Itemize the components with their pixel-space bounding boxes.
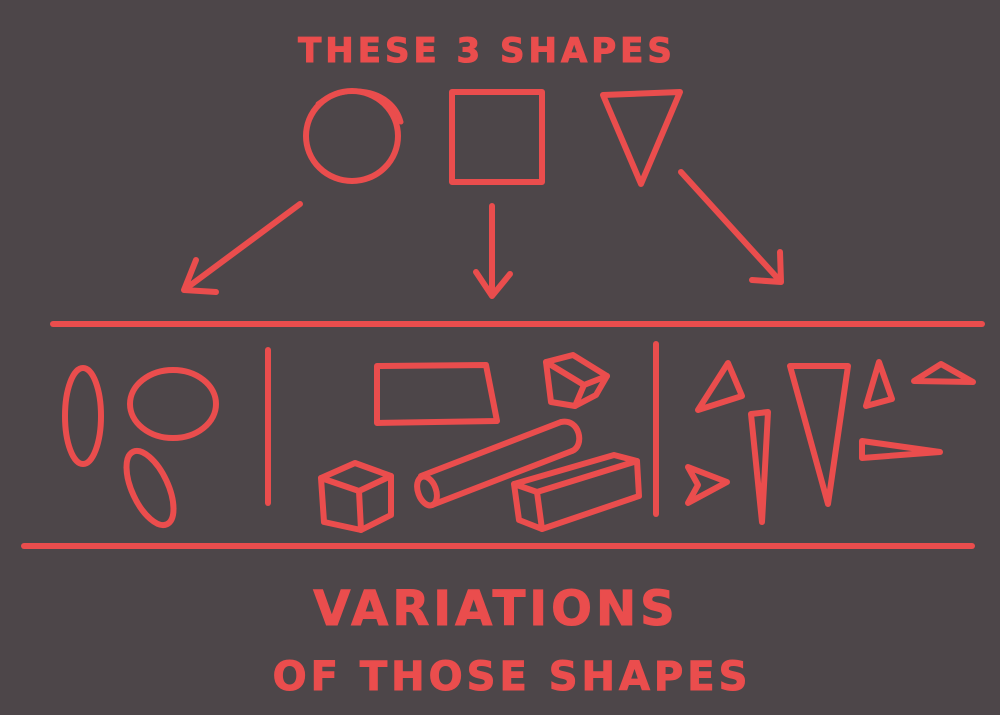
arrows (181, 169, 784, 299)
square-variations (318, 352, 642, 533)
small-cube (543, 352, 610, 409)
tiny-side-triangle (685, 464, 730, 506)
tilted-capsule (123, 447, 177, 529)
small-triangle (695, 360, 745, 413)
cube (318, 460, 394, 533)
tall-ellipse (62, 365, 104, 467)
triangle-variations (685, 359, 976, 525)
diagram-canvas: THESE 3 SHAPES VARIATIONS OF THOSE SHAPE… (21, 31, 985, 701)
tall-spike (748, 409, 771, 525)
base-square (449, 89, 545, 185)
base-shapes (303, 88, 683, 187)
bottom-title-line-1: VARIATIONS (313, 581, 678, 637)
ink-layer: THESE 3 SHAPES VARIATIONS OF THOSE SHAPE… (21, 31, 985, 701)
flat-triangle (911, 361, 976, 385)
circle-variations (62, 365, 219, 529)
long-cylinder (414, 418, 583, 509)
rectangle (374, 362, 500, 426)
small-upright-triangle (863, 359, 895, 409)
top-title: THESE 3 SHAPES (298, 31, 676, 71)
long-inverted-triangle (787, 363, 851, 507)
side-pointing-triangle (859, 438, 943, 461)
wide-ellipse (127, 367, 219, 441)
base-triangle (600, 89, 683, 187)
arrow-right (678, 169, 784, 285)
arrow-center (473, 203, 513, 299)
arrow-left (181, 201, 303, 295)
bottom-title-line-2: OF THOSE SHAPES (273, 654, 752, 700)
